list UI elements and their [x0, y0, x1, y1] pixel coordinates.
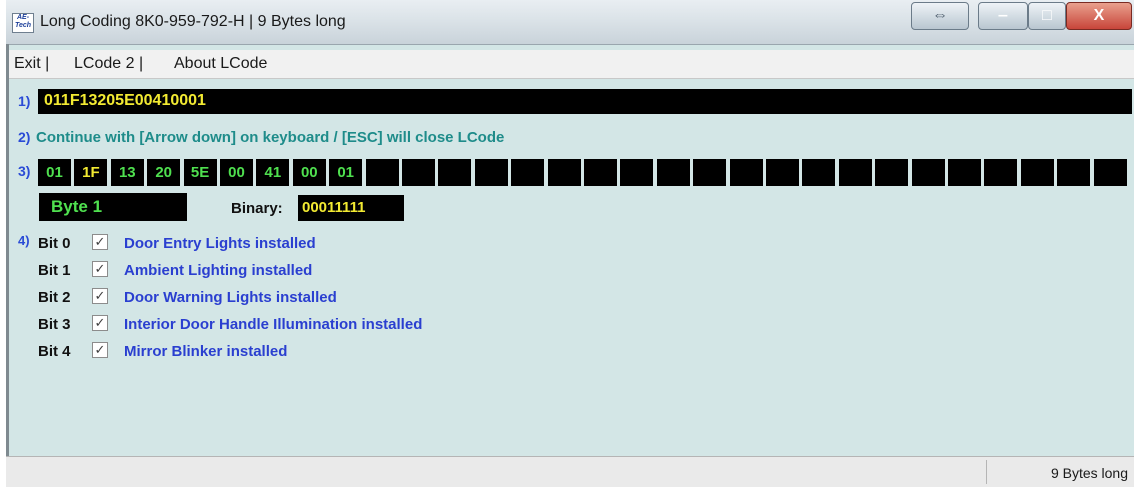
- byte-box[interactable]: [511, 159, 545, 186]
- byte-box[interactable]: 1F: [74, 159, 108, 186]
- status-text: 9 Bytes long: [1050, 465, 1128, 481]
- byte-box[interactable]: 00: [220, 159, 253, 186]
- bit-checkbox[interactable]: ✓: [92, 288, 108, 304]
- menu-about-lcode[interactable]: About LCode: [174, 55, 267, 73]
- lcode-window: AE-Tech Long Coding 8K0-959-792-H | 9 By…: [6, 0, 1134, 487]
- close-button[interactable]: X: [1066, 2, 1132, 30]
- byte-box[interactable]: [547, 159, 581, 186]
- bit-description: Interior Door Handle Illumination instal…: [124, 316, 423, 333]
- byte-box[interactable]: [984, 159, 1018, 186]
- coding-field[interactable]: 011F13205E00410001: [38, 89, 1132, 114]
- byte-box[interactable]: [766, 159, 799, 186]
- byte-box[interactable]: 20: [147, 159, 181, 186]
- byte-box[interactable]: [911, 159, 945, 186]
- coding-value: 011F13205E00410001: [44, 92, 206, 109]
- bit-label: Bit 2: [38, 289, 71, 306]
- bit-description: Mirror Blinker installed: [124, 343, 288, 360]
- byte-box[interactable]: [875, 159, 909, 186]
- bit-label: Bit 0: [38, 235, 71, 252]
- app-logo-icon: AE-Tech: [12, 13, 34, 33]
- byte-box[interactable]: [1020, 159, 1054, 186]
- byte-box[interactable]: [1057, 159, 1091, 186]
- status-divider: [986, 460, 987, 484]
- bit-label: Bit 4: [38, 343, 71, 360]
- byte-box[interactable]: [693, 159, 727, 186]
- byte-box[interactable]: 5E: [183, 159, 217, 186]
- bit-label: Bit 3: [38, 316, 71, 333]
- bit-checkbox[interactable]: ✓: [92, 342, 108, 358]
- byte-box[interactable]: 41: [256, 159, 290, 186]
- instruction-text: Continue with [Arrow down] on keyboard /…: [36, 129, 505, 146]
- menu-exit[interactable]: Exit |: [14, 55, 49, 73]
- byte-index-label: Byte 1: [39, 193, 187, 221]
- byte-box[interactable]: [620, 159, 654, 186]
- window-left-border: [6, 44, 9, 486]
- bit-description: Door Entry Lights installed: [124, 235, 316, 252]
- status-bar: 9 Bytes long: [6, 456, 1134, 487]
- byte-box[interactable]: [729, 159, 763, 186]
- byte-box[interactable]: [474, 159, 508, 186]
- byte-box[interactable]: [402, 159, 435, 186]
- menu-bar: Exit | LCode 2 | About LCode: [6, 50, 1134, 79]
- menu-lcode2[interactable]: LCode 2 |: [74, 55, 143, 73]
- byte-box[interactable]: [802, 159, 836, 186]
- bit-checkbox[interactable]: ✓: [92, 261, 108, 277]
- byte-box[interactable]: 13: [110, 159, 144, 186]
- byte-box[interactable]: [1093, 159, 1127, 186]
- row4-label: 4): [18, 233, 30, 248]
- bit-checkbox[interactable]: ✓: [92, 315, 108, 331]
- bit-label: Bit 1: [38, 262, 71, 279]
- byte-box[interactable]: [365, 159, 399, 186]
- resize-arrows-button[interactable]: ⇔: [911, 2, 969, 30]
- minimize-button[interactable]: ‒: [978, 2, 1028, 30]
- byte-box[interactable]: [948, 159, 981, 186]
- row2-label: 2): [18, 129, 31, 145]
- byte-box[interactable]: [584, 159, 617, 186]
- byte-box[interactable]: [656, 159, 690, 186]
- byte-box[interactable]: 01: [38, 159, 71, 186]
- row1-label: 1): [18, 93, 31, 109]
- window-title: Long Coding 8K0-959-792-H | 9 Bytes long: [40, 13, 346, 30]
- title-bar[interactable]: AE-Tech Long Coding 8K0-959-792-H | 9 By…: [6, 0, 1134, 45]
- bit-description: Door Warning Lights installed: [124, 289, 337, 306]
- bit-checkbox[interactable]: ✓: [92, 234, 108, 250]
- byte-box[interactable]: 01: [329, 159, 363, 186]
- binary-label: Binary:: [231, 200, 283, 217]
- row3-label: 3): [18, 163, 31, 179]
- byte-box[interactable]: [838, 159, 872, 186]
- bit-description: Ambient Lighting installed: [124, 262, 313, 279]
- maximize-button[interactable]: □: [1028, 2, 1066, 30]
- byte-box[interactable]: 00: [292, 159, 326, 186]
- binary-value: 00011111: [298, 195, 404, 221]
- byte-box[interactable]: [438, 159, 472, 186]
